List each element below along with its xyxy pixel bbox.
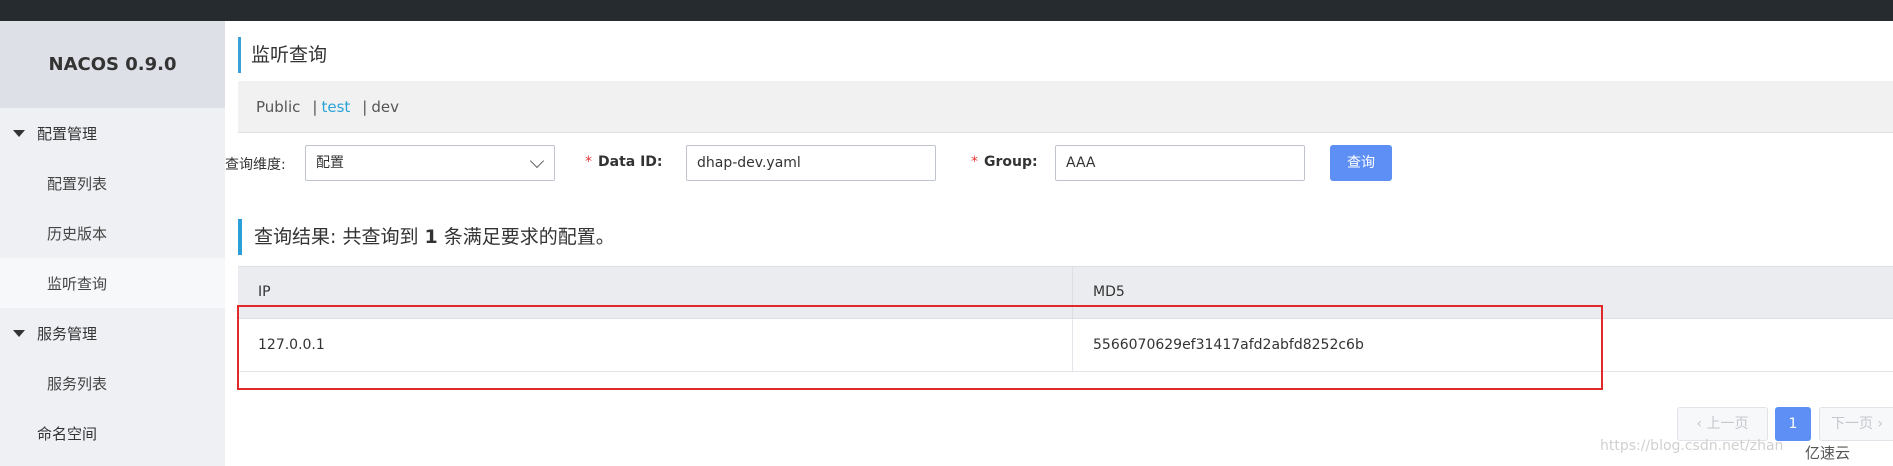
dataid-label-text: Data ID: (598, 154, 663, 170)
namespace-separator: | (312, 97, 318, 116)
sidebar-group-label: 配置管理 (37, 124, 98, 143)
chevron-down-icon (529, 153, 545, 169)
result-count: 1 (424, 226, 438, 248)
namespace-dev[interactable]: dev (371, 98, 399, 116)
result-suffix: 条满足要求的配置。 (443, 226, 615, 248)
dimension-label: 查询维度: (225, 157, 286, 173)
namespace-public[interactable]: Public (256, 98, 300, 116)
highlight-box (237, 305, 1603, 390)
group-label: * Group: (971, 154, 1038, 170)
main-content: 监听查询 Public | test | dev 查询维度: 配置 * Data … (225, 21, 1893, 466)
namespace-test[interactable]: test (321, 98, 350, 116)
sidebar-group-config-management[interactable]: 配置管理 (0, 108, 225, 158)
dataid-input-value: dhap-dev.yaml (697, 155, 801, 171)
dimension-select[interactable]: 配置 (305, 145, 555, 181)
result-summary: 查询结果: 共查询到 1 条满足要求的配置。 (238, 219, 615, 255)
prev-page-button[interactable]: ‹ 上一页 (1677, 407, 1768, 441)
sidebar-item-history-version[interactable]: 历史版本 (0, 208, 225, 258)
dataid-label: * Data ID: (585, 154, 663, 170)
page-number-1[interactable]: 1 (1775, 407, 1811, 441)
query-form: 查询维度: 配置 * Data ID: dhap-dev.yaml * Group:… (225, 145, 1888, 181)
query-button[interactable]: 查询 (1330, 145, 1392, 181)
caret-down-icon (13, 329, 25, 337)
brand-logo: 亿速云 (1805, 444, 1851, 462)
result-prefix: 查询结果: 共查询到 (254, 226, 419, 248)
next-page-label: 下一页 (1830, 416, 1873, 432)
watermark: https://blog.csdn.net/zhan (1600, 438, 1784, 454)
sidebar-item-namespace[interactable]: 命名空间 (0, 408, 225, 458)
prev-page-label: 上一页 (1706, 416, 1749, 432)
sidebar-group-label: 服务管理 (37, 324, 98, 343)
required-mark: * (585, 154, 592, 170)
dataid-input[interactable]: dhap-dev.yaml (686, 145, 936, 181)
top-bar (0, 0, 1893, 21)
page-title: 监听查询 (238, 37, 327, 73)
dimension-select-value: 配置 (316, 155, 344, 171)
sidebar: NACOS 0.9.0 配置管理 配置列表 历史版本 监听查询 服务管理 服务列… (0, 21, 225, 466)
chevron-right-icon: › (1877, 416, 1884, 432)
caret-down-icon (13, 129, 25, 137)
sidebar-item-config-list[interactable]: 配置列表 (0, 158, 225, 208)
app-title: NACOS 0.9.0 (0, 21, 225, 108)
chevron-left-icon: ‹ (1696, 416, 1703, 432)
group-input[interactable]: AAA (1055, 145, 1305, 181)
sidebar-item-listener-query[interactable]: 监听查询 (0, 258, 225, 308)
required-mark: * (971, 154, 978, 170)
group-label-text: Group: (984, 154, 1038, 170)
sidebar-item-service-list[interactable]: 服务列表 (0, 358, 225, 408)
sidebar-group-service-management[interactable]: 服务管理 (0, 308, 225, 358)
namespace-separator: | (362, 97, 368, 116)
group-input-value: AAA (1066, 155, 1096, 171)
next-page-button[interactable]: 下一页 › (1819, 407, 1893, 441)
namespace-bar: Public | test | dev (238, 81, 1893, 133)
